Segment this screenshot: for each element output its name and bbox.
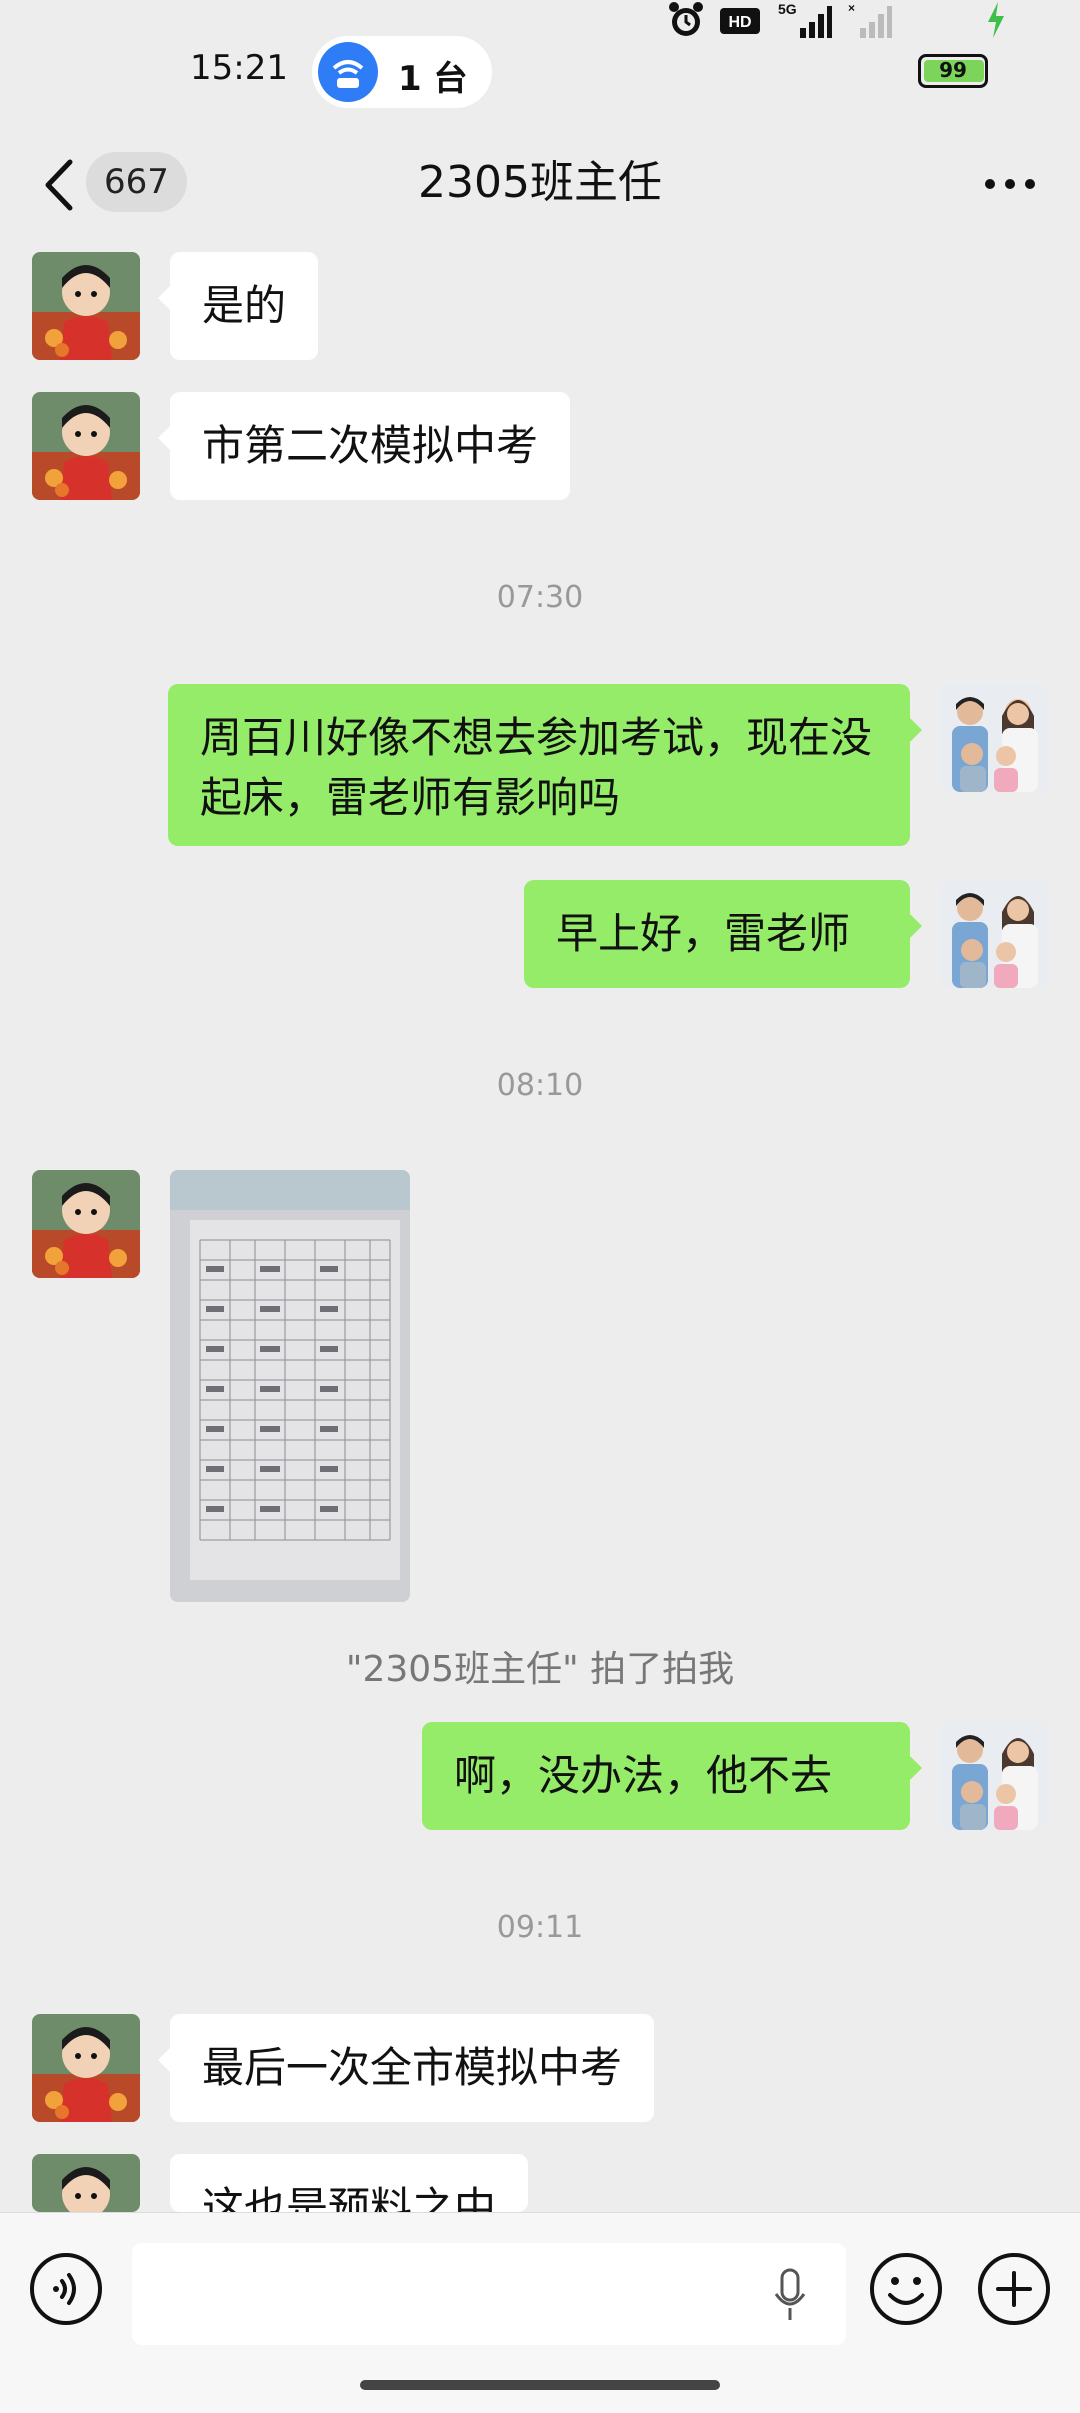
- my-avatar[interactable]: [940, 684, 1048, 792]
- more-options-icon[interactable]: [980, 164, 1040, 204]
- received-message[interactable]: 最后一次全市模拟中考: [157, 2014, 655, 2122]
- contact-avatar[interactable]: [32, 392, 140, 500]
- emoji-icon[interactable]: [868, 2251, 944, 2327]
- sent-message[interactable]: 早上好，雷老师: [524, 880, 922, 988]
- contact-avatar[interactable]: [32, 2154, 140, 2212]
- image-message[interactable]: [170, 1170, 410, 1602]
- message-timestamp: 09:11: [496, 1910, 584, 1945]
- hotspot-indicator[interactable]: 1 台: [312, 36, 492, 108]
- contact-avatar[interactable]: [32, 252, 140, 360]
- alarm-icon: [669, 2, 703, 36]
- contact-avatar[interactable]: [32, 1170, 140, 1278]
- chat-title: 2305班主任: [418, 157, 662, 208]
- message-timestamp: 07:30: [496, 580, 584, 615]
- received-message[interactable]: 市第二次模拟中考: [157, 392, 571, 500]
- received-message[interactable]: 是的: [157, 252, 319, 360]
- pat-notification: "2305班主任" 拍了拍我: [345, 1649, 735, 1690]
- my-avatar[interactable]: [940, 1722, 1048, 1830]
- svg-text:HD: HD: [728, 14, 751, 31]
- hd-icon: HD: [720, 8, 760, 34]
- chat-header: 667 2305班主任: [0, 140, 1080, 240]
- microphone-icon[interactable]: [770, 2268, 810, 2324]
- hotspot-icon: [318, 42, 378, 102]
- hotspot-count: 1 台: [398, 59, 468, 99]
- svg-text:×: ×: [848, 1, 855, 15]
- battery-percent: 99: [939, 58, 967, 82]
- status-bar: 15:21 1 台 HD 5G × 99: [0, 0, 1080, 140]
- sent-message[interactable]: 啊，没办法，他不去: [422, 1722, 922, 1830]
- status-time: 15:21: [190, 48, 288, 88]
- sent-message[interactable]: 周百川好像不想去参加考试，现在没起床，雷老师有影响吗: [168, 684, 922, 846]
- home-indicator[interactable]: [360, 2380, 720, 2390]
- my-avatar[interactable]: [940, 880, 1048, 988]
- voice-input-icon[interactable]: [28, 2251, 104, 2327]
- contact-avatar[interactable]: [32, 2014, 140, 2122]
- svg-text:5G: 5G: [778, 1, 797, 17]
- signal-empty-icon: ×: [848, 1, 892, 38]
- message-input[interactable]: [132, 2243, 846, 2345]
- battery-icon: 99: [918, 54, 988, 88]
- message-timestamp: 08:10: [496, 1068, 584, 1103]
- score-sheet-photo: [170, 1170, 410, 1602]
- add-more-icon[interactable]: [976, 2251, 1052, 2327]
- signal-5g-icon: 5G: [778, 1, 832, 38]
- received-message[interactable]: 这也是预料之中: [170, 2154, 529, 2212]
- charging-icon: [988, 2, 1004, 38]
